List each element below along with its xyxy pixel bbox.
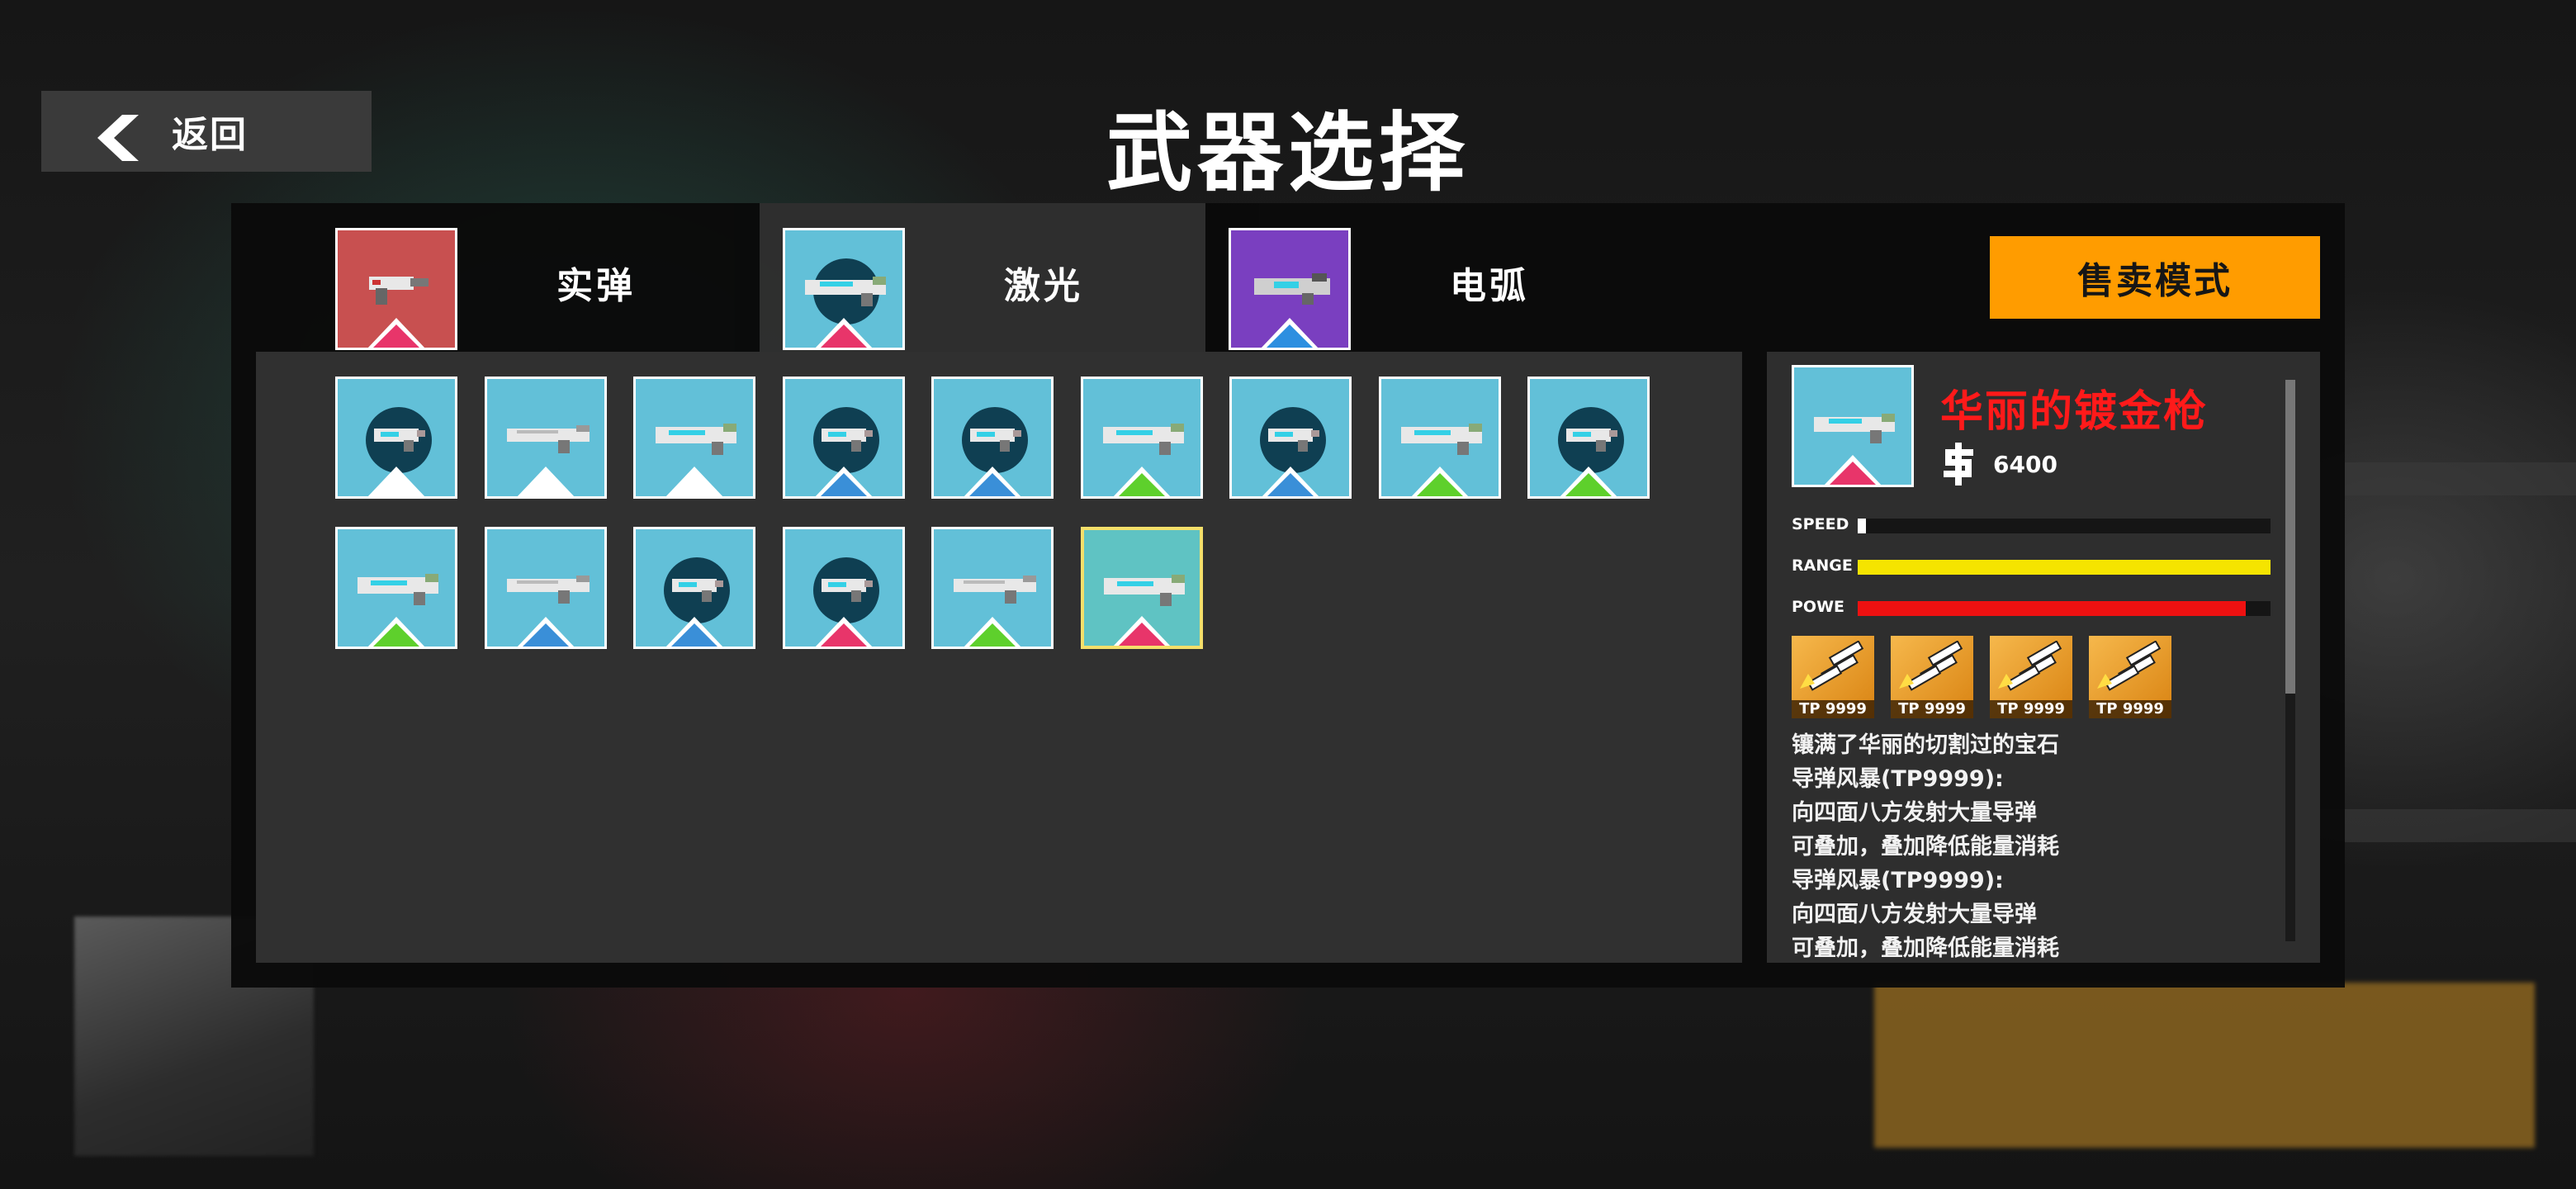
- skill-cost: TP 9999: [1792, 700, 1874, 718]
- rifle-gun-icon: [506, 425, 590, 453]
- laser-gun-icon: [1814, 414, 1895, 443]
- weapon-slot[interactable]: [335, 377, 457, 499]
- weapon-slot[interactable]: [931, 527, 1054, 649]
- arc-gun-icon: [1254, 273, 1330, 305]
- rifle-gun-icon: [954, 576, 1036, 604]
- desc-line: 向四面八方发射大量导弹: [1792, 800, 2037, 826]
- currency-icon: [1944, 443, 1973, 486]
- weapon-slot[interactable]: [1080, 377, 1203, 499]
- skill-cost: TP 9999: [1891, 700, 1973, 718]
- missile-storm-icon: [1998, 641, 2062, 691]
- weapon-slot[interactable]: [484, 527, 607, 649]
- sell-mode-button[interactable]: 售卖模式: [1990, 236, 2320, 319]
- weapon-slot[interactable]: [1378, 377, 1501, 499]
- weapon-slot[interactable]: [931, 377, 1054, 499]
- weapon-description: 镶满了华丽的切割过的宝石 导弹风暴(TP9999): 向四面八方发射大量导弹 可…: [1792, 728, 2254, 963]
- stat-range-label: RANGE: [1792, 557, 1853, 575]
- weapon-slot[interactable]: [1229, 377, 1352, 499]
- tab-arc-icon: [1229, 228, 1351, 350]
- tab-arc-label: 电弧: [1450, 265, 1529, 307]
- laser-gun-icon: [656, 424, 736, 455]
- pistol-gun-icon: [672, 579, 723, 602]
- stat-power-label: POWE: [1792, 598, 1845, 616]
- tab-kinetic-label: 实弹: [556, 265, 636, 307]
- weapon-detail-panel: 华丽的镀金枪 6400 SPEED RANGE POWE TP 9999 TP 9…: [1767, 352, 2320, 963]
- stat-power-bar: [1858, 601, 2271, 616]
- weapon-slot[interactable]: [484, 377, 607, 499]
- laser-gun-icon: [805, 277, 886, 306]
- desc-line: 向四面八方发射大量导弹: [1792, 902, 2037, 927]
- stat-speed-bar: [1858, 519, 2271, 533]
- skill-slot[interactable]: TP 9999: [1792, 636, 1874, 718]
- price-value: 6400: [1993, 450, 2057, 478]
- desc-line: 镶满了华丽的切割过的宝石: [1792, 732, 2059, 758]
- page-title: 武器选择: [1106, 102, 1470, 203]
- weapon-slot-selected[interactable]: [1080, 527, 1203, 649]
- weapon-slot[interactable]: [633, 527, 755, 649]
- pistol-gun-icon: [970, 429, 1021, 452]
- laser-gun-icon: [358, 574, 438, 605]
- weapon-name: 华丽的镀金枪: [1940, 387, 2209, 437]
- missile-storm-icon: [1899, 641, 1963, 691]
- weapon-price: 6400: [1940, 443, 2057, 486]
- stat-speed-label: SPEED: [1792, 515, 1849, 533]
- detail-scrollbar[interactable]: [2285, 380, 2295, 941]
- weapon-slot[interactable]: [335, 527, 457, 649]
- tab-laser-icon: [783, 228, 905, 350]
- pistol-gun-icon: [821, 429, 873, 452]
- pistol-gun-icon: [374, 429, 425, 452]
- background-button-blur: [1874, 983, 2535, 1148]
- desc-line: 导弹风暴(TP9999):: [1792, 868, 2004, 893]
- skill-cost: TP 9999: [2089, 700, 2171, 718]
- pistol-gun-icon: [821, 579, 873, 602]
- tab-laser-label: 激光: [1004, 265, 1083, 307]
- skill-slot[interactable]: TP 9999: [1990, 636, 2072, 718]
- rifle-gun-icon: [506, 576, 590, 604]
- missile-storm-icon: [2097, 641, 2162, 691]
- weapon-slot[interactable]: [782, 527, 905, 649]
- desc-line: 可叠加，叠加降低能量消耗: [1792, 936, 2059, 961]
- selected-weapon-icon: [1792, 365, 1914, 487]
- weapon-slot[interactable]: [633, 377, 755, 499]
- stat-range-bar: [1858, 560, 2271, 575]
- weapon-slot[interactable]: [782, 377, 905, 499]
- pistol-icon: [369, 277, 429, 305]
- laser-gun-icon: [1400, 424, 1482, 455]
- weapon-slot[interactable]: [1527, 377, 1650, 499]
- pistol-gun-icon: [1566, 429, 1617, 452]
- laser-gun-icon: [1102, 424, 1184, 455]
- scrollbar-thumb[interactable]: [2285, 380, 2295, 694]
- pistol-gun-icon: [1268, 429, 1319, 452]
- desc-line: 可叠加，叠加降低能量消耗: [1792, 834, 2059, 860]
- desc-line: 导弹风暴(TP9999):: [1792, 766, 2004, 792]
- tab-kinetic-icon: [335, 228, 457, 350]
- skill-slot[interactable]: TP 9999: [2089, 636, 2171, 718]
- skill-cost: TP 9999: [1990, 700, 2072, 718]
- laser-gun-icon: [1103, 575, 1185, 606]
- missile-storm-icon: [1800, 641, 1864, 691]
- skill-slot[interactable]: TP 9999: [1891, 636, 1973, 718]
